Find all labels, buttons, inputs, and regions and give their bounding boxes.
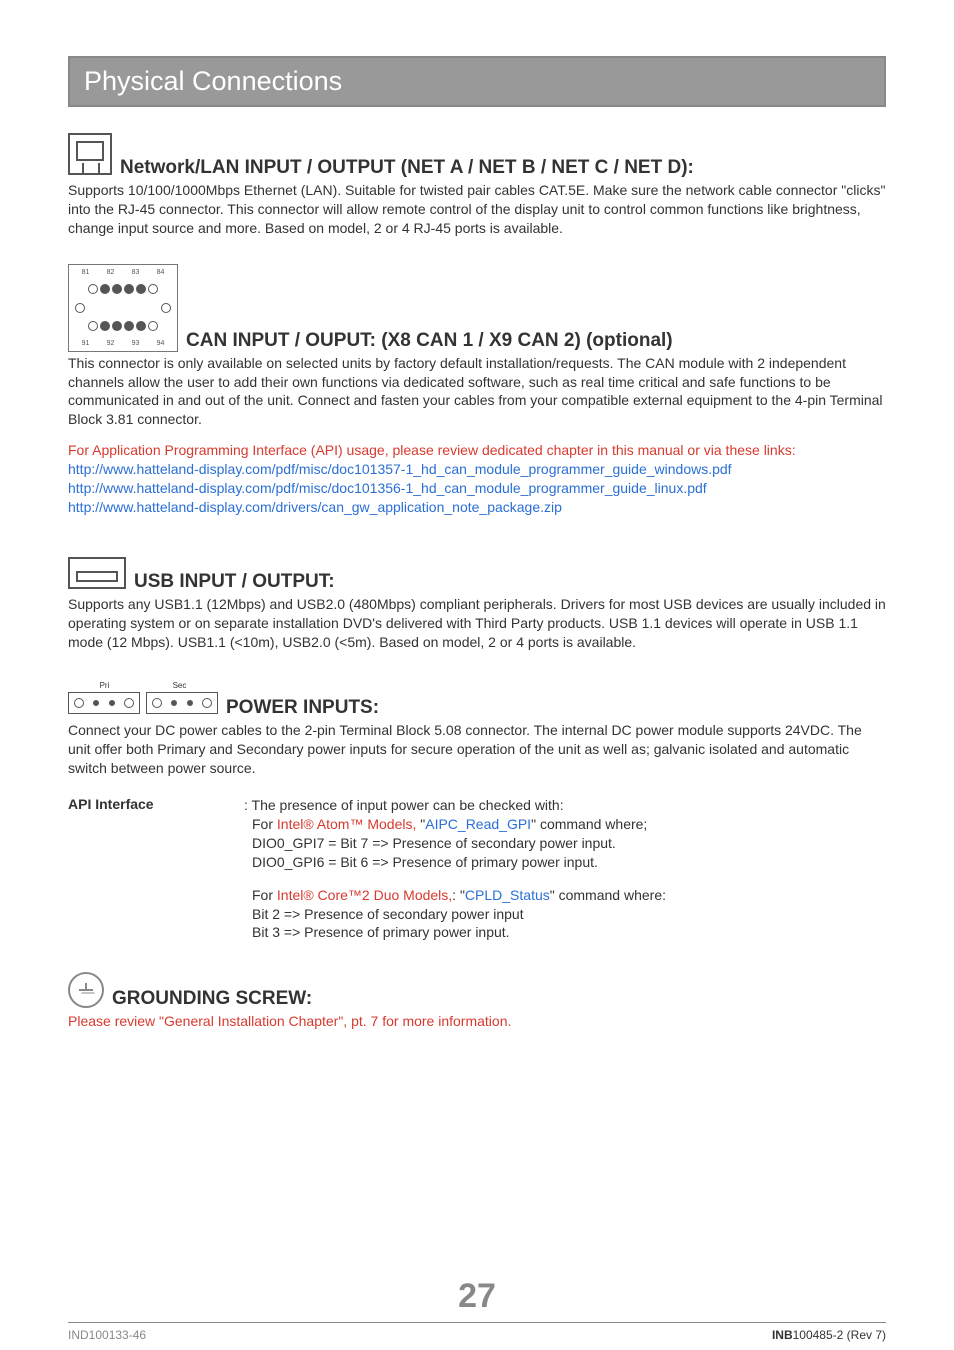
can-dot xyxy=(112,284,122,294)
section-usb: USB INPUT / OUTPUT: Supports any USB1.1 … xyxy=(68,557,886,652)
power-conn-sec xyxy=(146,692,218,714)
network-text: Supports 10/100/1000Mbps Ethernet (LAN).… xyxy=(68,181,886,238)
api-b2-mid: : " xyxy=(452,887,465,903)
can-link-2[interactable]: http://www.hatteland-display.com/pdf/mis… xyxy=(68,479,886,498)
api-line2-mid: " xyxy=(416,816,425,832)
api-b2-post: " command where: xyxy=(550,887,666,903)
api-b2-pre: For xyxy=(252,887,277,903)
can-link-1[interactable]: http://www.hatteland-display.com/pdf/mis… xyxy=(68,460,886,479)
api-b2-red: Intel® Core™2 Duo Models, xyxy=(277,887,452,903)
can-dot xyxy=(161,303,171,313)
api-line2-pre: For xyxy=(252,816,277,832)
power-label-sec: Sec xyxy=(173,681,187,690)
can-dot xyxy=(124,321,134,331)
grounding-screw-icon xyxy=(68,972,104,1008)
can-dot xyxy=(124,284,134,294)
can-dot xyxy=(112,321,122,331)
ground-heading: GROUNDING SCREW: xyxy=(112,988,312,1010)
power-heading: POWER INPUTS: xyxy=(226,697,379,719)
power-label-pri: Pri xyxy=(100,681,110,690)
section-network: Network/LAN INPUT / OUTPUT (NET A / NET … xyxy=(68,133,886,238)
page-title: Physical Connections xyxy=(68,56,886,107)
api-line4: DIO0_GPI6 = Bit 6 => Presence of primary… xyxy=(244,853,886,872)
can-text: This connector is only available on sele… xyxy=(68,354,886,430)
can-label-82: 82 xyxy=(107,269,115,276)
footer-right-bold: INB xyxy=(772,1328,793,1342)
footer-right: INB100485-2 (Rev 7) xyxy=(772,1328,886,1342)
can-label-93: 93 xyxy=(132,340,140,347)
ethernet-port-icon xyxy=(68,133,112,175)
can-dot xyxy=(148,321,158,331)
can-label-91: 91 xyxy=(82,340,90,347)
can-link-3[interactable]: http://www.hatteland-display.com/drivers… xyxy=(68,498,886,517)
usb-text: Supports any USB1.1 (12Mbps) and USB2.0 … xyxy=(68,595,886,652)
can-label-92: 92 xyxy=(107,340,115,347)
can-dot xyxy=(88,284,98,294)
power-text: Connect your DC power cables to the 2-pi… xyxy=(68,721,886,778)
api-b2-l3: Bit 3 => Presence of primary power input… xyxy=(244,923,886,942)
api-line2-post: " command where; xyxy=(531,816,647,832)
can-dot xyxy=(100,321,110,331)
footer-left: IND100133-46 xyxy=(68,1328,146,1342)
can-connector-icon: 81 82 83 84 xyxy=(68,264,178,352)
api-line2-red: Intel® Atom™ Models, xyxy=(277,816,416,832)
network-heading: Network/LAN INPUT / OUTPUT (NET A / NET … xyxy=(120,157,694,179)
can-label-81: 81 xyxy=(82,269,90,276)
footer-right-rest: 100485-2 (Rev 7) xyxy=(793,1328,886,1342)
usb-port-icon xyxy=(68,557,126,589)
api-label: API Interface xyxy=(68,796,244,942)
can-label-94: 94 xyxy=(157,340,165,347)
api-b2-l2: Bit 2 => Presence of secondary power inp… xyxy=(244,905,886,924)
api-colon: : xyxy=(244,797,252,813)
api-line2-blue: AIPC_Read_GPI xyxy=(425,816,531,832)
can-label-84: 84 xyxy=(157,269,165,276)
page-number: 27 xyxy=(0,1277,954,1316)
can-dot xyxy=(100,284,110,294)
can-dot xyxy=(75,303,85,313)
api-line1: The presence of input power can be check… xyxy=(252,797,564,813)
usb-heading: USB INPUT / OUTPUT: xyxy=(134,571,335,593)
can-heading: CAN INPUT / OUPUT: (X8 CAN 1 / X9 CAN 2)… xyxy=(186,330,673,352)
can-dot xyxy=(88,321,98,331)
api-b2-blue: CPLD_Status xyxy=(465,887,550,903)
section-power: Pri Sec POWER INPUTS: Connect your DC po… xyxy=(68,681,886,942)
can-dot xyxy=(136,284,146,294)
ground-text: Please review "General Installation Chap… xyxy=(68,1012,886,1031)
api-line3: DIO0_GPI7 = Bit 7 => Presence of seconda… xyxy=(244,834,886,853)
section-grounding: GROUNDING SCREW: Please review "General … xyxy=(68,972,886,1031)
power-connector-icon: Pri Sec xyxy=(68,681,218,719)
can-dot xyxy=(136,321,146,331)
can-label-83: 83 xyxy=(132,269,140,276)
can-note: For Application Programming Interface (A… xyxy=(68,441,886,460)
api-interface-block: API Interface : The presence of input po… xyxy=(68,796,886,942)
can-dot xyxy=(148,284,158,294)
power-conn-pri xyxy=(68,692,140,714)
section-can: 81 82 83 84 xyxy=(68,264,886,517)
footer-rule xyxy=(68,1322,886,1323)
